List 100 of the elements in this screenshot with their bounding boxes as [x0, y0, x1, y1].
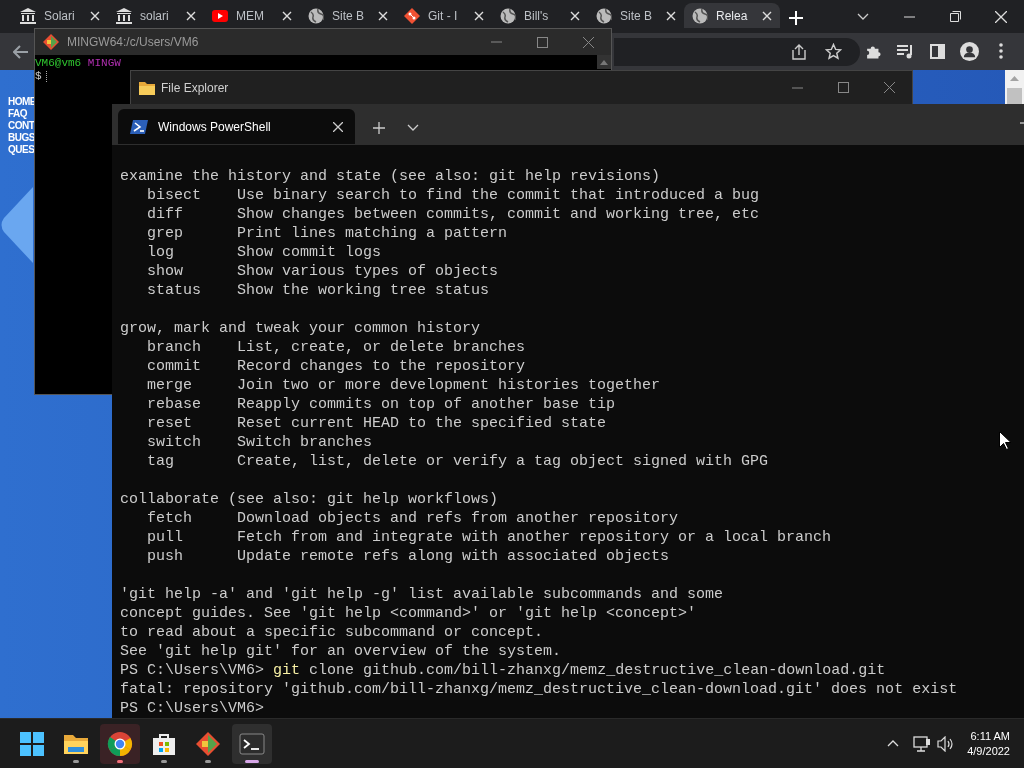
running-indicator — [205, 759, 211, 763]
chrome-icon — [106, 729, 134, 758]
diamond-icon — [404, 7, 420, 24]
browser-tab[interactable]: MEM — [204, 3, 300, 28]
nav-link[interactable]: QUES — [8, 144, 36, 156]
close-icon — [186, 10, 196, 21]
output-line: switch Switch branches — [146, 434, 373, 451]
output-line: to read about a specific subcommand or concept. — [120, 624, 544, 641]
close-icon — [995, 10, 1007, 23]
close-icon — [378, 10, 388, 21]
minimize-icon[interactable] — [1020, 121, 1024, 124]
running-indicator — [161, 759, 167, 763]
play-icon — [212, 7, 228, 24]
close-icon — [762, 10, 772, 21]
close-icon — [570, 10, 580, 21]
browser-tab[interactable]: Site B — [300, 3, 396, 28]
text-cursor — [45, 71, 47, 82]
close-icon[interactable] — [333, 121, 343, 132]
minimize-icon — [490, 41, 502, 43]
maximize-icon — [837, 82, 849, 93]
command-args: clone github.com/bill-zhanxg/memz_destructive_clean-download.git — [309, 662, 886, 679]
command-name: git — [273, 662, 301, 679]
output-line: pull Fetch from and integrate with another repository or a local branch — [146, 529, 832, 546]
window-title: File Explorer — [161, 79, 229, 97]
plus-icon — [789, 11, 803, 25]
bank-icon — [116, 7, 132, 24]
prompt: PS C:\Users\VM6> — [120, 700, 265, 717]
prompt: PS C:\Users\VM6> — [120, 662, 265, 679]
globe-icon — [692, 7, 708, 24]
minimize-icon — [903, 15, 915, 18]
globe-icon — [500, 7, 516, 24]
address-bar[interactable] — [614, 38, 860, 66]
plus-icon — [373, 121, 385, 134]
output-line: push Update remote refs along with associated objects — [146, 548, 670, 565]
globe-icon — [308, 7, 324, 24]
mouse-cursor-icon — [999, 431, 1011, 450]
output-line: commit Record changes to the repository — [146, 358, 526, 375]
output-line: 'git help -a' and 'git help -g' list available subcommands and some — [120, 586, 724, 603]
browser-tab[interactable]: Bill's — [492, 3, 588, 28]
nav-link[interactable]: CONT — [8, 120, 36, 132]
output-line: fatal: repository 'github.com/bill-zhanxg/memz_destructive_clean-download.git' does not exist — [120, 681, 958, 698]
prompt-user: VM6@vm6 — [35, 57, 82, 69]
output-line: See 'git help git' for an overview of the system. — [120, 643, 562, 660]
window-title: MINGW64:/c/Users/VM6 — [67, 34, 199, 51]
profile-icon[interactable] — [960, 42, 979, 61]
chevron-up-icon[interactable] — [887, 740, 900, 747]
output-line: reset Reset current HEAD to the specified state — [146, 415, 607, 432]
running-indicator — [117, 759, 123, 763]
nav-link[interactable]: FAQ — [8, 108, 36, 120]
scrollbar-thumb[interactable] — [1007, 88, 1022, 104]
nav-link[interactable]: HOME — [8, 96, 36, 108]
close-icon — [474, 10, 484, 21]
windows-logo-icon — [18, 729, 46, 758]
browser-tab[interactable]: Solari — [12, 3, 108, 28]
output-line: show Show various types of objects — [146, 263, 499, 280]
maximize-icon — [536, 36, 548, 48]
output-line: merge Join two or more development histories together — [146, 377, 661, 394]
output-line: grow, mark and tweak your common history — [120, 320, 481, 337]
output-line: concept guides. See 'git help <command>' or 'git help <concept>' — [120, 605, 697, 622]
menu-icon[interactable] — [999, 43, 1003, 59]
output-line: rebase Reapply commits on top of another base tip — [146, 396, 616, 413]
bank-icon — [20, 7, 36, 24]
folder-icon — [139, 80, 155, 95]
terminal-tab[interactable]: Windows PowerShell — [118, 109, 355, 144]
diamond-logo-icon — [194, 729, 222, 758]
media-icon[interactable] — [897, 44, 914, 59]
output-line: status Show the working tree status — [146, 282, 490, 299]
chevron-down-icon — [857, 12, 869, 21]
close-icon — [90, 10, 100, 21]
taskbar-app[interactable] — [232, 723, 272, 764]
back-icon[interactable] — [13, 44, 29, 59]
volume-icon[interactable] — [937, 735, 956, 752]
output-line: branch List, create, or delete branches — [146, 339, 526, 356]
close-icon — [582, 36, 594, 48]
output-line: diff Show changes between commits, commit and working tree, etc — [146, 206, 760, 223]
side-panel-icon[interactable] — [930, 44, 945, 59]
browser-tab[interactable]: Site B — [588, 3, 684, 28]
prompt-shell: MINGW — [87, 57, 121, 69]
star-icon[interactable] — [825, 43, 842, 60]
output-line: fetch Download objects and refs from another repository — [146, 510, 679, 527]
chevron-down-icon — [407, 124, 419, 131]
share-icon[interactable] — [791, 44, 807, 60]
output-line: collaborate (see also: git help workflows) — [120, 491, 499, 508]
clock[interactable]: 6:11 AM 4/9/2022 — [967, 728, 1010, 759]
browser-tab[interactable]: Relea — [684, 3, 780, 28]
diamond-logo-icon — [43, 34, 59, 50]
browser-tab[interactable]: Git - I — [396, 3, 492, 28]
network-icon[interactable] — [913, 735, 932, 752]
scrollbar[interactable] — [597, 55, 611, 69]
powershell-icon — [130, 119, 148, 134]
scroll-up-icon[interactable] — [600, 59, 608, 65]
browser-tab[interactable]: solari — [108, 3, 204, 28]
taskbar-app[interactable] — [100, 723, 140, 764]
running-indicator — [245, 759, 259, 763]
prompt-symbol: $ — [35, 70, 42, 83]
output-line: log Show commit logs — [146, 244, 382, 261]
globe-icon — [596, 7, 612, 24]
output-line: examine the history and state (see also: git help revisions) — [120, 168, 661, 185]
nav-link[interactable]: BUGS — [8, 132, 36, 144]
minimize-icon — [791, 86, 803, 89]
